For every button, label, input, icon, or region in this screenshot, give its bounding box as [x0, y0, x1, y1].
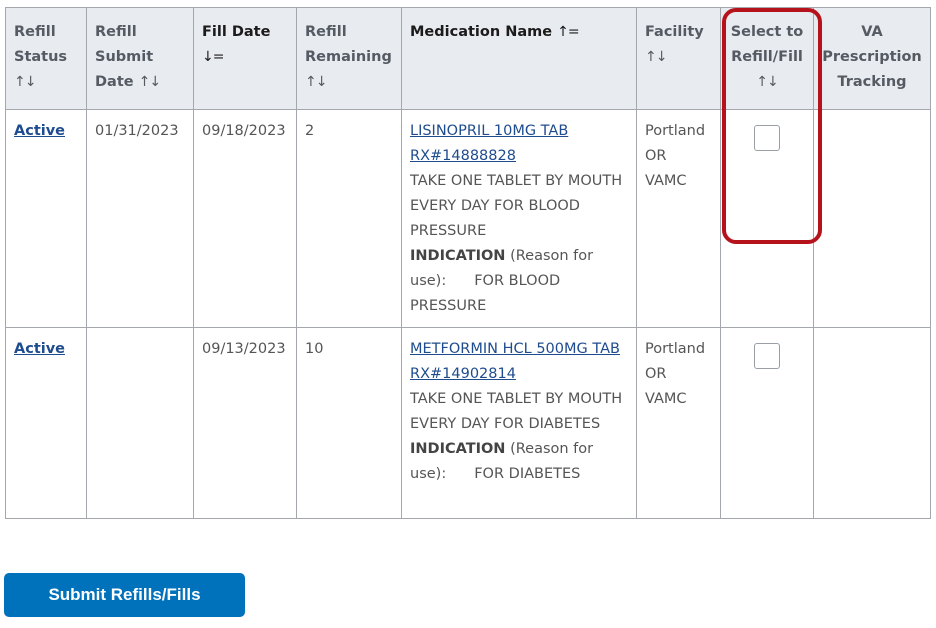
col-header-refill-remaining[interactable]: Refill Remaining ↑↓ — [296, 7, 402, 110]
col-header-medication-name[interactable]: Medication Name ↑= — [401, 7, 637, 110]
sort-icon[interactable]: ↑↓ — [14, 74, 36, 90]
status-link[interactable]: Active — [14, 341, 65, 357]
col-header-refill-submit-date[interactable]: Refill Submit Date ↑↓ — [86, 7, 194, 110]
table-header-row: Refill Status ↑↓ Refill Submit Date ↑↓ F… — [5, 7, 931, 110]
rx-number-link[interactable]: RX#14888828 — [410, 148, 516, 164]
medication-cell: METFORMIN HCL 500MG TAB RX#14902814 TAKE… — [401, 327, 637, 519]
status-link[interactable]: Active — [14, 123, 65, 139]
indication-label: INDICATION — [410, 441, 506, 457]
sort-icon[interactable]: ↑↓ — [645, 49, 667, 65]
col-header-select-to-refill[interactable]: Select to Refill/Fill ↑↓ — [720, 7, 814, 110]
select-cell — [720, 109, 814, 328]
medication-name-link[interactable]: LISINOPRIL 10MG TAB — [410, 123, 568, 139]
submit-date-cell: 01/31/2023 — [86, 109, 194, 328]
sort-icon[interactable]: ↑↓ — [139, 74, 161, 90]
medication-cell: LISINOPRIL 10MG TAB RX#14888828 TAKE ONE… — [401, 109, 637, 328]
refill-status-cell: Active — [5, 109, 87, 328]
rx-number-link[interactable]: RX#14902814 — [410, 366, 516, 382]
select-cell — [720, 327, 814, 519]
sort-descending-icon[interactable]: ↓= — [202, 49, 224, 65]
submit-date-cell — [86, 327, 194, 519]
col-header-facility[interactable]: Facility ↑↓ — [636, 7, 721, 110]
indication-text: FOR DIABETES — [474, 466, 581, 482]
refill-status-cell: Active — [5, 327, 87, 519]
sort-icon[interactable]: ↑↓ — [305, 74, 327, 90]
facility-cell: Portland OR VAMC — [636, 109, 721, 328]
sig-text: TAKE ONE TABLET BY MOUTH EVERY DAY FOR D… — [410, 391, 623, 432]
tracking-cell — [813, 109, 931, 328]
fill-date-cell: 09/13/2023 — [193, 327, 297, 519]
col-header-refill-status[interactable]: Refill Status ↑↓ — [5, 7, 87, 110]
sig-text: TAKE ONE TABLET BY MOUTH EVERY DAY FOR B… — [410, 173, 623, 239]
facility-cell: Portland OR VAMC — [636, 327, 721, 519]
sort-ascending-icon[interactable]: ↑= — [557, 24, 579, 40]
prescriptions-table: Refill Status ↑↓ Refill Submit Date ↑↓ F… — [5, 7, 931, 519]
refill-checkbox[interactable] — [754, 343, 780, 369]
submit-refills-button[interactable]: Submit Refills/Fills — [4, 573, 245, 617]
col-header-fill-date[interactable]: Fill Date ↓= — [193, 7, 297, 110]
fill-date-cell: 09/18/2023 — [193, 109, 297, 328]
tracking-cell — [813, 327, 931, 519]
refills-remaining-cell: 10 — [296, 327, 402, 519]
table-row: Active 09/13/2023 10 METFORMIN HCL 500MG… — [5, 327, 931, 519]
refill-checkbox[interactable] — [754, 125, 780, 151]
sort-icon[interactable]: ↑↓ — [756, 74, 778, 90]
medication-name-link[interactable]: METFORMIN HCL 500MG TAB — [410, 341, 620, 357]
table-row: Active 01/31/2023 09/18/2023 2 LISINOPRI… — [5, 109, 931, 328]
col-header-va-prescription-tracking: VA Prescription Tracking — [813, 7, 931, 110]
refills-remaining-cell: 2 — [296, 109, 402, 328]
indication-label: INDICATION — [410, 248, 506, 264]
